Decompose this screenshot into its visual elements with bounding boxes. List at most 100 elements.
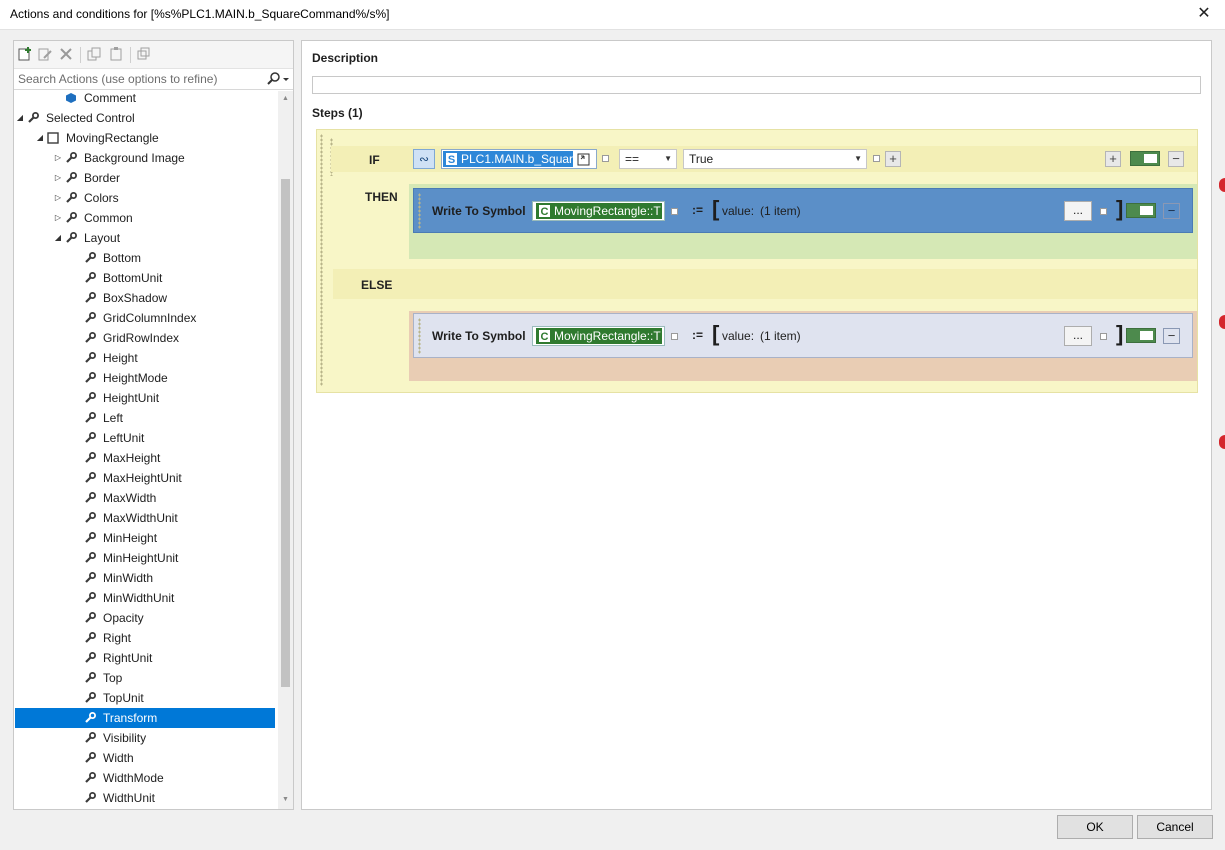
value-option-checkbox[interactable]: [873, 155, 880, 162]
tree-item[interactable]: MinWidth: [15, 568, 275, 588]
tree-item[interactable]: HeightUnit: [15, 388, 275, 408]
tree-item[interactable]: Visibility: [15, 728, 275, 748]
remove-then-action-button[interactable]: −: [1163, 203, 1180, 219]
wrench-icon: [83, 348, 97, 368]
search-input[interactable]: [18, 71, 262, 87]
remove-step-button[interactable]: −: [1168, 151, 1184, 167]
else-control-field[interactable]: C MovingRectangle::T: [532, 326, 665, 346]
wrench-icon: [83, 428, 97, 448]
collapse-arrow-icon[interactable]: ◢: [35, 128, 45, 148]
collapse-arrow-icon[interactable]: ◢: [15, 108, 25, 128]
then-action[interactable]: Write To Symbol C MovingRectangle::T := …: [413, 188, 1193, 233]
condition-option-checkbox[interactable]: [602, 155, 609, 162]
tree-item[interactable]: HeightMode: [15, 368, 275, 388]
then-action-title: Write To Symbol: [432, 204, 526, 218]
tree-item[interactable]: GridRowIndex: [15, 328, 275, 348]
scroll-down-icon[interactable]: ▼: [280, 794, 291, 806]
tree-item[interactable]: BottomUnit: [15, 268, 275, 288]
add-condition-button[interactable]: +: [885, 151, 901, 167]
tree-item-label: GridColumnIndex: [103, 311, 197, 325]
scroll-up-icon[interactable]: ▲: [280, 93, 291, 105]
tree-item[interactable]: MaxWidth: [15, 488, 275, 508]
copy-action-icon[interactable]: [86, 46, 102, 62]
add-action-icon[interactable]: [17, 46, 33, 62]
symbol-picker-icon[interactable]: [576, 151, 592, 168]
tree-item[interactable]: MinHeight: [15, 528, 275, 548]
then-control-checkbox[interactable]: [671, 208, 678, 215]
close-button[interactable]: ✕: [1191, 3, 1217, 25]
collapse-arrow-icon[interactable]: ◢: [53, 228, 63, 248]
drag-handle[interactable]: [418, 318, 421, 354]
tree-item[interactable]: MinHeightUnit: [15, 548, 275, 568]
expand-arrow-icon[interactable]: ▷: [53, 148, 63, 168]
control-badge: C: [538, 204, 551, 218]
tree-item[interactable]: LeftUnit: [15, 428, 275, 448]
tree-scrollbar[interactable]: ▲ ▼: [278, 91, 293, 809]
value-label: value:: [722, 329, 755, 343]
wrench-icon: [26, 108, 40, 128]
tree-item[interactable]: GridColumnIndex: [15, 308, 275, 328]
tree-item[interactable]: TopUnit: [15, 688, 275, 708]
tree-item[interactable]: ▷ Border: [15, 168, 275, 188]
value-select[interactable]: True ▼: [683, 149, 867, 169]
duplicate-action-icon[interactable]: [136, 46, 152, 62]
ok-button[interactable]: OK: [1057, 815, 1133, 839]
tree-item[interactable]: Left: [15, 408, 275, 428]
tree-item[interactable]: RightUnit: [15, 648, 275, 668]
tree-item[interactable]: MaxWidthUnit: [15, 508, 275, 528]
delete-action-icon[interactable]: [58, 46, 74, 62]
tree-item-label: Left: [103, 411, 124, 425]
tree-item[interactable]: Height: [15, 348, 275, 368]
else-action-toggle[interactable]: [1126, 328, 1156, 343]
wrench-icon: [83, 388, 97, 408]
tree-item[interactable]: Transform: [15, 708, 275, 728]
cancel-button[interactable]: Cancel: [1137, 815, 1213, 839]
expand-arrow-icon[interactable]: ▷: [53, 188, 63, 208]
tree-item[interactable]: ◢ Layout: [15, 228, 275, 248]
wrench-icon: [83, 788, 97, 808]
symbol-link-icon[interactable]: ∾: [413, 149, 435, 169]
paste-action-icon[interactable]: [108, 46, 124, 62]
tree-item[interactable]: Opacity: [15, 608, 275, 628]
description-input[interactable]: [312, 76, 1201, 94]
drag-handle[interactable]: [320, 134, 323, 386]
wrench-icon: [83, 588, 97, 608]
edit-action-icon[interactable]: [37, 46, 53, 62]
expand-arrow-icon[interactable]: ▷: [53, 168, 63, 188]
tree-item[interactable]: WidthUnit: [15, 788, 275, 808]
value-checkbox[interactable]: [1100, 333, 1107, 340]
tree-item[interactable]: BoxShadow: [15, 288, 275, 308]
edit-value-button[interactable]: ...: [1064, 201, 1092, 221]
else-control-checkbox[interactable]: [671, 333, 678, 340]
else-action[interactable]: Write To Symbol C MovingRectangle::T := …: [413, 313, 1193, 358]
tree-item[interactable]: ◢ Selected Control: [15, 108, 275, 128]
tree-item[interactable]: Comment: [15, 91, 275, 108]
tree-item[interactable]: ▷ Common: [15, 208, 275, 228]
drag-handle[interactable]: [418, 193, 421, 229]
tree-item[interactable]: MinWidthUnit: [15, 588, 275, 608]
scroll-thumb[interactable]: [281, 179, 290, 687]
wrench-icon: [83, 328, 97, 348]
then-action-toggle[interactable]: [1126, 203, 1156, 218]
condition-symbol-field[interactable]: S PLC1.MAIN.b_Square: [441, 149, 597, 169]
tree-item[interactable]: Bottom: [15, 248, 275, 268]
remove-else-action-button[interactable]: −: [1163, 328, 1180, 344]
tree-item[interactable]: WidthMode: [15, 768, 275, 788]
tree-item[interactable]: Width: [15, 748, 275, 768]
tree-item[interactable]: MaxHeight: [15, 448, 275, 468]
tree-item[interactable]: Right: [15, 628, 275, 648]
tree-item[interactable]: ◢ MovingRectangle: [15, 128, 275, 148]
step-enable-toggle[interactable]: [1130, 151, 1160, 166]
operator-select[interactable]: == ▼: [619, 149, 677, 169]
edit-value-button[interactable]: ...: [1064, 326, 1092, 346]
tree-item[interactable]: ▷ Background Image: [15, 148, 275, 168]
search-icon[interactable]: [266, 71, 290, 87]
value-checkbox[interactable]: [1100, 208, 1107, 215]
expand-arrow-icon[interactable]: ▷: [53, 208, 63, 228]
tree-item[interactable]: ▷ Colors: [15, 188, 275, 208]
add-step-button[interactable]: +: [1105, 151, 1121, 167]
tree-item-label: MaxHeightUnit: [103, 471, 182, 485]
then-control-field[interactable]: C MovingRectangle::T: [532, 201, 665, 221]
tree-item[interactable]: Top: [15, 668, 275, 688]
tree-item[interactable]: MaxHeightUnit: [15, 468, 275, 488]
